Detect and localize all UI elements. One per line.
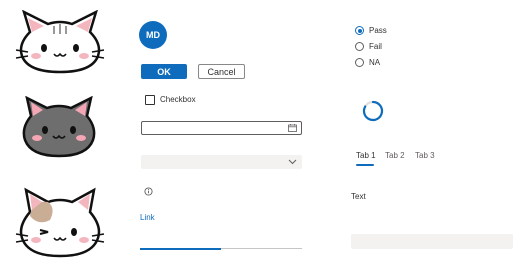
tab-3[interactable]: Tab 3 [415, 151, 435, 160]
ok-button-label: OK [157, 66, 171, 77]
radio-na[interactable] [355, 58, 364, 67]
info-icon[interactable] [144, 187, 153, 196]
progress-bar [140, 247, 302, 250]
link[interactable]: Link [140, 213, 155, 222]
dropdown[interactable] [141, 155, 302, 169]
loading-spinner-icon [362, 100, 384, 122]
progress-bar-fill [140, 247, 221, 250]
cancel-button[interactable]: Cancel [198, 64, 245, 79]
calendar-icon[interactable] [288, 124, 297, 132]
radio-fail-label: Fail [369, 42, 382, 51]
chevron-down-icon [288, 159, 297, 165]
radio-na-label: NA [369, 58, 381, 67]
avatar-initials: MD [146, 30, 160, 40]
radio-pass-label: Pass [369, 26, 387, 35]
checkbox[interactable] [145, 95, 155, 105]
cancel-button-label: Cancel [207, 66, 236, 77]
ok-button[interactable]: OK [141, 64, 187, 79]
tab-1[interactable]: Tab 1 [356, 151, 376, 160]
calico-cat-icon [15, 187, 105, 258]
white-cat-icon [15, 10, 105, 74]
gray-cat-icon [22, 96, 96, 158]
text-input[interactable] [351, 234, 513, 249]
text-label: Text [351, 192, 366, 201]
radio-fail[interactable] [355, 42, 364, 51]
radio-pass[interactable] [355, 26, 364, 35]
checkbox-label: Checkbox [160, 95, 196, 104]
date-picker-input[interactable] [141, 121, 302, 135]
tab-2[interactable]: Tab 2 [385, 151, 405, 160]
avatar[interactable]: MD [139, 21, 167, 49]
tab-active-indicator [356, 164, 374, 166]
